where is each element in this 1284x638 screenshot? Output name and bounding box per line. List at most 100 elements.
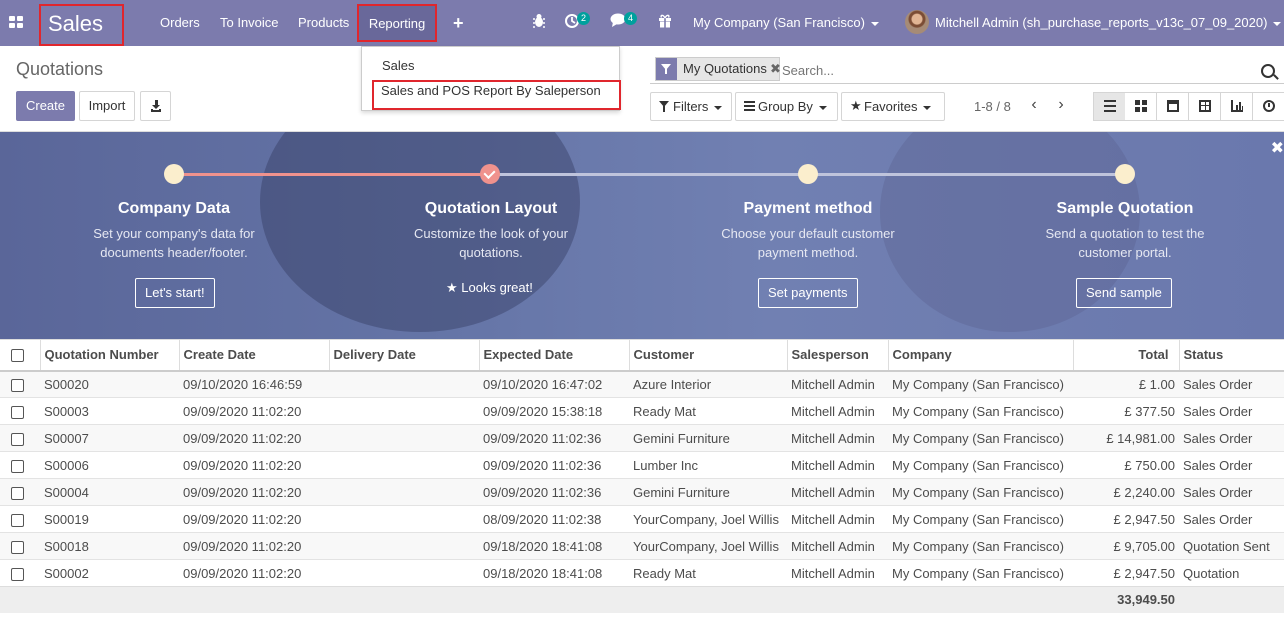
- cell-customer[interactable]: Ready Mat: [629, 397, 787, 425]
- menu-products[interactable]: Products: [298, 0, 349, 46]
- cell-company[interactable]: My Company (San Francisco): [888, 559, 1073, 587]
- cell-total[interactable]: £ 1.00: [1073, 370, 1179, 398]
- select-all-checkbox[interactable]: [11, 349, 24, 363]
- chevron-left-icon[interactable]: ‹: [1028, 97, 1040, 114]
- cell-customer[interactable]: Gemini Furniture: [629, 478, 787, 506]
- row-checkbox[interactable]: [11, 540, 24, 554]
- row-checkbox[interactable]: [11, 567, 24, 581]
- step-title[interactable]: Payment method: [658, 200, 958, 218]
- cell-salesperson[interactable]: Mitchell Admin: [787, 397, 888, 425]
- select-all-header[interactable]: [0, 339, 40, 372]
- column-header[interactable]: Status: [1178, 339, 1284, 372]
- apps-menu-icon[interactable]: [9, 16, 23, 29]
- row-select-cell[interactable]: [0, 451, 40, 479]
- cell-quotation-number[interactable]: S00006: [40, 451, 179, 479]
- cell-create-date[interactable]: 09/09/2020 11:02:20: [179, 451, 329, 479]
- cell-company[interactable]: My Company (San Francisco): [888, 478, 1073, 506]
- cell-quotation-number[interactable]: S00019: [40, 505, 179, 533]
- cell-salesperson[interactable]: Mitchell Admin: [787, 451, 888, 479]
- company-switcher[interactable]: My Company (San Francisco): [693, 0, 879, 45]
- cell-company[interactable]: My Company (San Francisco): [888, 424, 1073, 452]
- cell-create-date[interactable]: 09/09/2020 11:02:20: [179, 424, 329, 452]
- cell-quotation-number[interactable]: S00018: [40, 532, 179, 560]
- search-icon[interactable]: [1261, 64, 1275, 78]
- menu-reporting[interactable]: Reporting: [357, 4, 437, 42]
- cell-customer[interactable]: Ready Mat: [629, 559, 787, 587]
- cell-total[interactable]: £ 750.00: [1073, 451, 1179, 479]
- cell-quotation-number[interactable]: S00020: [40, 370, 179, 398]
- cell-expected-date[interactable]: 09/09/2020 11:02:36: [479, 478, 629, 506]
- plus-icon[interactable]: +: [453, 14, 464, 32]
- cell-quotation-number[interactable]: S00007: [40, 424, 179, 452]
- cell-create-date[interactable]: 09/09/2020 11:02:20: [179, 397, 329, 425]
- row-select-cell[interactable]: [0, 532, 40, 560]
- search-input[interactable]: [782, 60, 1252, 80]
- favorites-button[interactable]: ★ Favorites: [841, 92, 945, 121]
- cell-expected-date[interactable]: 09/18/2020 18:41:08: [479, 532, 629, 560]
- cell-create-date[interactable]: 09/09/2020 11:02:20: [179, 505, 329, 533]
- groupby-button[interactable]: Group By: [735, 92, 838, 121]
- cell-company[interactable]: My Company (San Francisco): [888, 397, 1073, 425]
- cell-delivery-date[interactable]: [329, 505, 479, 533]
- user-menu[interactable]: Mitchell Admin (sh_purchase_reports_v13c…: [935, 0, 1282, 45]
- filters-button[interactable]: Filters: [650, 92, 732, 121]
- cell-salesperson[interactable]: Mitchell Admin: [787, 424, 888, 452]
- row-checkbox[interactable]: [11, 486, 24, 500]
- cell-delivery-date[interactable]: [329, 424, 479, 452]
- chevron-right-icon[interactable]: ›: [1055, 97, 1067, 114]
- cell-delivery-date[interactable]: [329, 370, 479, 398]
- row-select-cell[interactable]: [0, 424, 40, 452]
- table-row[interactable]: S00007 09/09/2020 11:02:20 09/09/2020 11:0…: [0, 424, 1284, 452]
- kanban-view-button[interactable]: [1125, 93, 1157, 120]
- column-header[interactable]: Create Date: [178, 339, 329, 372]
- table-row[interactable]: S00004 09/09/2020 11:02:20 09/09/2020 11:0…: [0, 478, 1284, 506]
- row-select-cell[interactable]: [0, 559, 40, 587]
- menu-orders[interactable]: Orders: [160, 0, 200, 46]
- cell-customer[interactable]: Lumber Inc: [629, 451, 787, 479]
- cell-salesperson[interactable]: Mitchell Admin: [787, 532, 888, 560]
- cell-company[interactable]: My Company (San Francisco): [888, 370, 1073, 398]
- list-view-button[interactable]: [1094, 93, 1126, 120]
- cell-status[interactable]: Sales Order: [1179, 370, 1284, 398]
- cell-customer[interactable]: YourCompany, Joel Willis: [629, 505, 787, 533]
- send-sample-button[interactable]: Send sample: [1076, 278, 1172, 308]
- row-select-cell[interactable]: [0, 370, 40, 398]
- cell-delivery-date[interactable]: [329, 397, 479, 425]
- column-header[interactable]: Total: [1072, 339, 1179, 372]
- step-title[interactable]: Sample Quotation: [975, 200, 1275, 218]
- cell-salesperson[interactable]: Mitchell Admin: [787, 370, 888, 398]
- row-checkbox[interactable]: [11, 378, 24, 392]
- cell-status[interactable]: Sales Order: [1179, 505, 1284, 533]
- column-header[interactable]: Quotation Number: [39, 339, 179, 372]
- cell-status[interactable]: Quotation: [1179, 559, 1284, 587]
- cell-status[interactable]: Sales Order: [1179, 397, 1284, 425]
- import-button[interactable]: Import: [79, 91, 135, 121]
- cell-total[interactable]: £ 9,705.00: [1073, 532, 1179, 560]
- cell-salesperson[interactable]: Mitchell Admin: [787, 505, 888, 533]
- cell-salesperson[interactable]: Mitchell Admin: [787, 559, 888, 587]
- cell-quotation-number[interactable]: S00004: [40, 478, 179, 506]
- close-icon[interactable]: ✖: [770, 58, 781, 80]
- avatar[interactable]: [905, 10, 929, 34]
- cell-create-date[interactable]: 09/09/2020 11:02:20: [179, 478, 329, 506]
- cell-customer[interactable]: Azure Interior: [629, 370, 787, 398]
- row-checkbox[interactable]: [11, 459, 24, 473]
- cell-expected-date[interactable]: 09/09/2020 11:02:36: [479, 424, 629, 452]
- calendar-view-button[interactable]: [1157, 93, 1189, 120]
- cell-expected-date[interactable]: 09/18/2020 18:41:08: [479, 559, 629, 587]
- row-select-cell[interactable]: [0, 478, 40, 506]
- menu-to-invoice[interactable]: To Invoice: [220, 0, 279, 46]
- cell-customer[interactable]: YourCompany, Joel Willis: [629, 532, 787, 560]
- create-button[interactable]: Create: [16, 91, 75, 121]
- cell-create-date[interactable]: 09/10/2020 16:46:59: [179, 370, 329, 398]
- cell-expected-date[interactable]: 08/09/2020 11:02:38: [479, 505, 629, 533]
- cell-status[interactable]: Sales Order: [1179, 478, 1284, 506]
- close-icon[interactable]: ✖: [1271, 138, 1284, 158]
- table-row[interactable]: S00006 09/09/2020 11:02:20 09/09/2020 11:0…: [0, 451, 1284, 479]
- cell-create-date[interactable]: 09/09/2020 11:02:20: [179, 532, 329, 560]
- cell-delivery-date[interactable]: [329, 559, 479, 587]
- graph-view-button[interactable]: [1221, 93, 1253, 120]
- column-header[interactable]: Expected Date: [478, 339, 629, 372]
- pivot-view-button[interactable]: [1189, 93, 1221, 120]
- cell-delivery-date[interactable]: [329, 532, 479, 560]
